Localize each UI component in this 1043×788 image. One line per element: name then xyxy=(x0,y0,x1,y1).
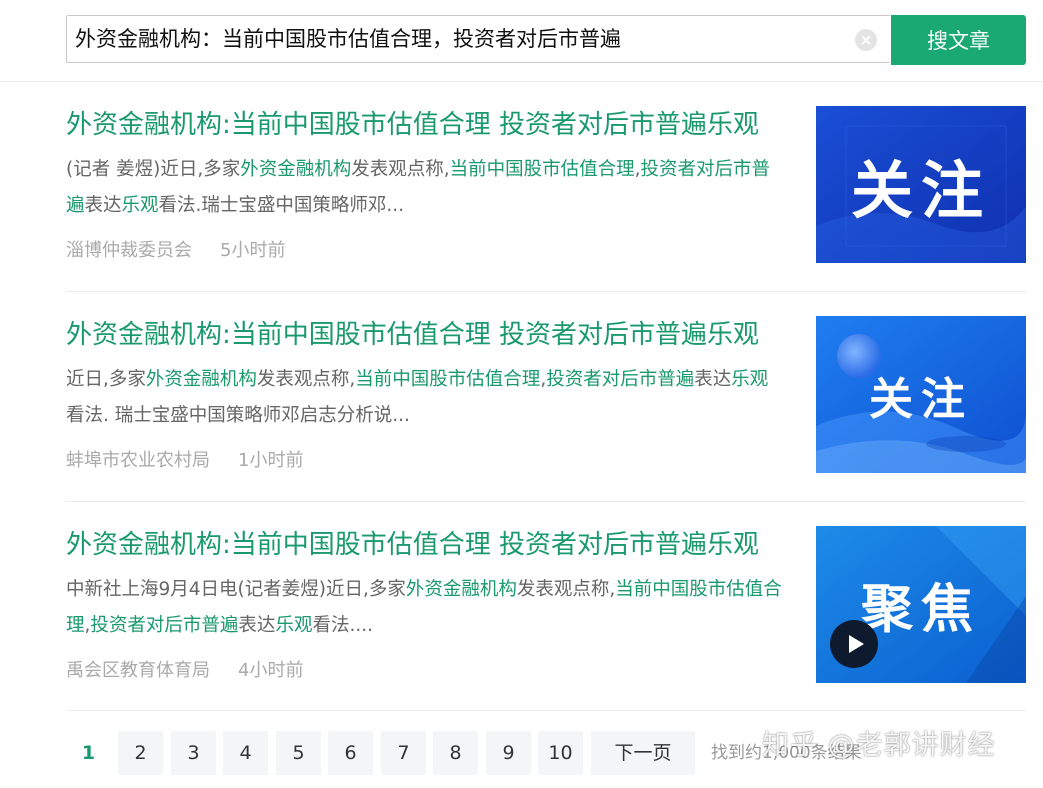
result-meta: 淄博仲裁委员会 5小时前 xyxy=(66,236,285,266)
result-time: 5小时前 xyxy=(220,240,286,261)
result-thumbnail[interactable]: 关注 xyxy=(816,316,1026,473)
snippet-text: 发表观点称, xyxy=(256,369,356,390)
result-item: 外资金融机构:当前中国股市估值合理 投资者对后市普遍乐观 中新社上海9月4日电(… xyxy=(66,526,1026,736)
result-divider xyxy=(66,501,1026,502)
result-time: 4小时前 xyxy=(238,660,304,681)
snippet-keyword: 乐观 xyxy=(731,369,769,390)
result-source[interactable]: 禹会区教育体育局 xyxy=(66,660,210,681)
result-count: 找到约1,000条结果 xyxy=(711,743,862,763)
result-snippet: 中新社上海9月4日电(记者姜煜)近日,多家外资金融机构发表观点称,当前中国股市估… xyxy=(66,572,782,648)
search-header: 外资金融机构：当前中国股市估值合理，投资者对后市普遍 × 搜文章 xyxy=(0,0,1043,82)
snippet-text: 看法. 瑞士宝盛中国策略师邓启志分析说... xyxy=(66,405,410,426)
page-8-button[interactable]: 8 xyxy=(433,731,478,775)
thumbnail-caption: 关注 xyxy=(869,373,973,425)
page-10-button[interactable]: 10 xyxy=(538,731,583,775)
result-title[interactable]: 外资金融机构:当前中国股市估值合理 投资者对后市普遍乐观 xyxy=(66,106,796,146)
result-source[interactable]: 淄博仲裁委员会 xyxy=(66,240,192,261)
snippet-text: 看法.瑞士宝盛中国策略师邓... xyxy=(158,195,405,216)
snippet-keyword: 当前中国股市估值合理 xyxy=(355,369,541,390)
snippet-keyword: 乐观 xyxy=(121,195,159,216)
page-9-button[interactable]: 9 xyxy=(486,731,531,775)
snippet-keyword: 投资者对后市普遍 xyxy=(90,615,239,636)
result-thumbnail[interactable]: 聚焦 xyxy=(816,526,1026,683)
snippet-keyword: 乐观 xyxy=(275,615,313,636)
snippet-text: 近日,多家 xyxy=(66,369,146,390)
snippet-text: 表达 xyxy=(238,615,276,636)
search-input[interactable]: 外资金融机构：当前中国股市估值合理，投资者对后市普遍 xyxy=(75,16,845,62)
snippet-text: 表达 xyxy=(694,369,732,390)
result-title[interactable]: 外资金融机构:当前中国股市估值合理 投资者对后市普遍乐观 xyxy=(66,526,796,566)
result-meta: 蚌埠市农业农村局 1小时前 xyxy=(66,446,303,476)
snippet-keyword: 外资金融机构 xyxy=(405,579,517,600)
page-1-button[interactable]: 1 xyxy=(66,731,111,775)
snippet-keyword: 外资金融机构 xyxy=(145,369,257,390)
result-source[interactable]: 蚌埠市农业农村局 xyxy=(66,450,210,471)
thumbnail-caption: 关注 xyxy=(850,153,991,227)
page-7-button[interactable]: 7 xyxy=(381,731,426,775)
snippet-keyword: 投资者对后市普遍 xyxy=(546,369,695,390)
clear-icon[interactable]: × xyxy=(855,29,877,51)
pagination: 1 2 3 4 5 6 7 8 9 10 下一页 找到约1,000条结果 xyxy=(66,731,1026,775)
result-thumbnail[interactable]: 关注 xyxy=(816,106,1026,263)
result-snippet: (记者 姜煜)近日,多家外资金融机构发表观点称,当前中国股市估值合理,投资者对后… xyxy=(66,152,782,228)
result-divider xyxy=(66,291,1026,292)
next-page-button[interactable]: 下一页 xyxy=(591,731,695,775)
page-2-button[interactable]: 2 xyxy=(118,731,163,775)
snippet-text: 发表观点称, xyxy=(516,579,616,600)
result-time: 1小时前 xyxy=(238,450,304,471)
result-divider xyxy=(66,710,1026,711)
snippet-text: (记者 姜煜)近日,多家 xyxy=(66,159,241,180)
play-icon[interactable] xyxy=(830,620,878,668)
result-snippet: 近日,多家外资金融机构发表观点称,当前中国股市估值合理,投资者对后市普遍表达乐观… xyxy=(66,362,782,438)
page-4-button[interactable]: 4 xyxy=(223,731,268,775)
snippet-keyword: 当前中国股市估值合理 xyxy=(449,159,635,180)
search-articles-button[interactable]: 搜文章 xyxy=(891,15,1026,65)
snippet-text: 表达 xyxy=(84,195,122,216)
search-box: 外资金融机构：当前中国股市估值合理，投资者对后市普遍 × xyxy=(66,15,890,63)
result-meta: 禹会区教育体育局 4小时前 xyxy=(66,656,303,686)
result-item: 外资金融机构:当前中国股市估值合理 投资者对后市普遍乐观 (记者 姜煜)近日,多… xyxy=(66,106,1026,316)
snippet-keyword: 外资金融机构 xyxy=(240,159,352,180)
page-6-button[interactable]: 6 xyxy=(328,731,373,775)
page-3-button[interactable]: 3 xyxy=(171,731,216,775)
result-title[interactable]: 外资金融机构:当前中国股市估值合理 投资者对后市普遍乐观 xyxy=(66,316,796,356)
page-5-button[interactable]: 5 xyxy=(276,731,321,775)
result-item: 外资金融机构:当前中国股市估值合理 投资者对后市普遍乐观 近日,多家外资金融机构… xyxy=(66,316,1026,526)
snippet-text: 看法.... xyxy=(312,615,373,636)
snippet-text: 中新社上海9月4日电(记者姜煜)近日,多家 xyxy=(66,579,406,600)
snippet-text: 发表观点称, xyxy=(351,159,450,180)
